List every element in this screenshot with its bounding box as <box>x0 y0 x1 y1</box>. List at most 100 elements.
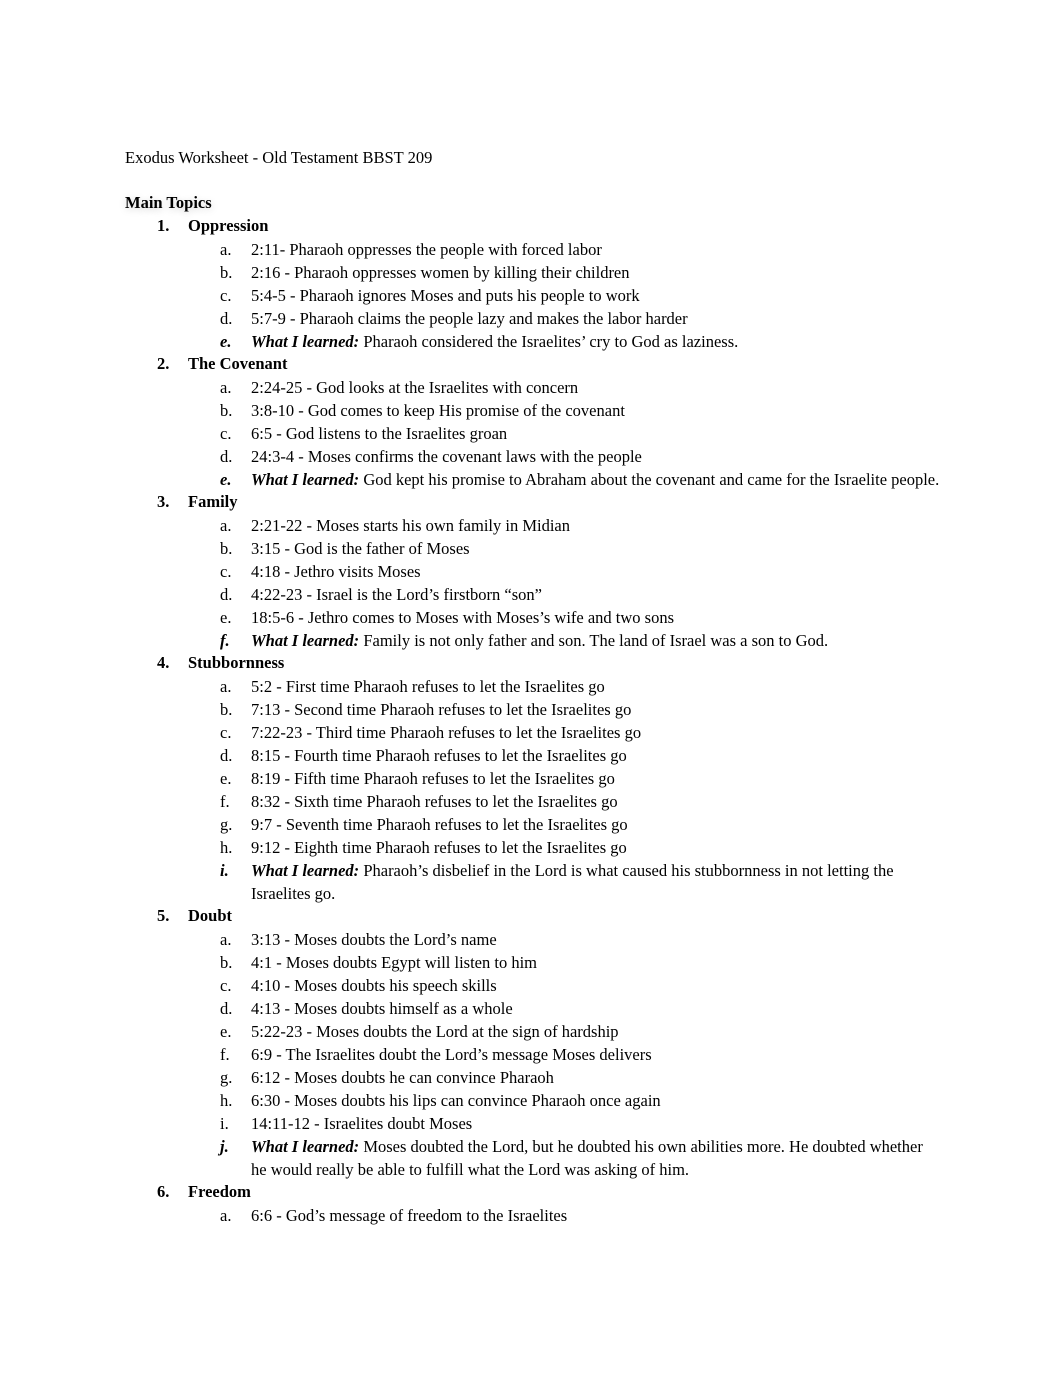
list-item-text: 24:3-4 - Moses confirms the covenant law… <box>251 447 642 466</box>
list-item-letter: e. <box>220 332 232 351</box>
list-item-letter: b. <box>220 263 233 282</box>
what-i-learned-item: i. What I learned: Pharaoh’s disbelief in… <box>0 859 1062 905</box>
what-i-learned-text-block: What I learned: God kept his promise to … <box>251 468 941 491</box>
list-item-letter: d. <box>220 999 233 1018</box>
list-item-text: 8:19 - Fifth time Pharaoh refuses to let… <box>251 769 615 788</box>
list-item-text: 5:4-5 - Pharaoh ignores Moses and puts h… <box>251 286 640 305</box>
list-item-text: 9:7 - Seventh time Pharaoh refuses to le… <box>251 815 628 834</box>
list-item-letter: a. <box>220 930 232 949</box>
topic-stubbornness: 4. Stubbornness a. 5:2 - First time Pharaoh… <box>0 652 1062 905</box>
list-item: c. 6:5 - God listens to the Israelites gr… <box>0 422 1062 445</box>
list-item-text: 2:24-25 - God looks at the Israelites wi… <box>251 378 579 397</box>
list-item-text: 18:5-6 - Jethro comes to Moses with Mose… <box>251 608 675 627</box>
list-item: c. 4:10 - Moses doubts his speech skills <box>0 974 1062 997</box>
what-i-learned-text-block: What I learned: Pharaoh considered the I… <box>251 330 941 353</box>
what-i-learned-text: Family is not only father and son. The l… <box>363 631 829 650</box>
list-item-letter: a. <box>220 240 232 259</box>
list-item-letter: e. <box>220 769 232 788</box>
list-item-letter: b. <box>220 700 233 719</box>
list-item: f. 8:32 - Sixth time Pharaoh refuses to l… <box>0 790 1062 813</box>
list-item-text: 8:32 - Sixth time Pharaoh refuses to let… <box>251 792 618 811</box>
list-item-letter: c. <box>220 976 232 995</box>
list-item-text: 4:1 - Moses doubts Egypt will listen to … <box>251 953 538 972</box>
list-item: a. 5:2 - First time Pharaoh refuses to le… <box>0 675 1062 698</box>
list-item: a. 2:24-25 - God looks at the Israelites … <box>0 376 1062 399</box>
list-item-letter: h. <box>220 838 233 857</box>
list-item-text: 7:22-23 - Third time Pharaoh refuses to … <box>251 723 642 742</box>
list-item: d. 4:22-23 - Israel is the Lord’s firstbo… <box>0 583 1062 606</box>
topic-number: 6. <box>157 1182 170 1201</box>
list-item: b. 3:15 - God is the father of Moses <box>0 537 1062 560</box>
list-item-text: 5:2 - First time Pharaoh refuses to let … <box>251 677 605 696</box>
list-item-text: 6:12 - Moses doubts he can convince Phar… <box>251 1068 554 1087</box>
list-item-letter: e. <box>220 1022 232 1041</box>
topics-list: 1. Oppression a. 2:11- Pharaoh oppresses th… <box>0 215 1062 1227</box>
list-item-text: 6:9 - The Israelites doubt the Lord’s me… <box>251 1045 652 1064</box>
what-i-learned-text: Pharaoh considered the Israelites’ cry t… <box>363 332 739 351</box>
list-item-letter: f. <box>220 631 230 650</box>
list-item-text: 2:21-22 - Moses starts his own family in… <box>251 516 570 535</box>
list-item: g. 6:12 - Moses doubts he can convince Ph… <box>0 1066 1062 1089</box>
topic-number: 3. <box>157 492 170 511</box>
list-item: a. 2:11- Pharaoh oppresses the people wit… <box>0 238 1062 261</box>
list-item: i. 14:11-12 - Israelites doubt Moses <box>0 1112 1062 1135</box>
list-item-letter: f. <box>220 1045 230 1064</box>
list-item: d. 24:3-4 - Moses confirms the covenant l… <box>0 445 1062 468</box>
list-item-letter: f. <box>220 792 230 811</box>
list-item: b. 7:13 - Second time Pharaoh refuses to … <box>0 698 1062 721</box>
list-item: h. 9:12 - Eighth time Pharaoh refuses to … <box>0 836 1062 859</box>
list-item-text: 6:30 - Moses doubts his lips can convinc… <box>251 1091 661 1110</box>
list-item-letter: e. <box>220 470 232 489</box>
list-item-text: 3:8-10 - God comes to keep His promise o… <box>251 401 625 420</box>
list-item-letter: d. <box>220 746 233 765</box>
list-item-text: 3:13 - Moses doubts the Lord’s name <box>251 930 497 949</box>
main-topics-heading: Main Topics <box>125 193 212 212</box>
list-item: g. 9:7 - Seventh time Pharaoh refuses to … <box>0 813 1062 836</box>
list-item: b. 4:1 - Moses doubts Egypt will listen t… <box>0 951 1062 974</box>
list-item-letter: i. <box>220 861 229 880</box>
list-item-letter: c. <box>220 286 232 305</box>
list-item-letter: d. <box>220 447 233 466</box>
list-item-text: 3:15 - God is the father of Moses <box>251 539 470 558</box>
list-item: e. 8:19 - Fifth time Pharaoh refuses to l… <box>0 767 1062 790</box>
what-i-learned-text-block: What I learned: Family is not only fathe… <box>251 629 941 652</box>
list-item-text: 7:13 - Second time Pharaoh refuses to le… <box>251 700 632 719</box>
topic-label: Stubbornness <box>188 653 285 672</box>
what-i-learned-item: f. What I learned: Family is not only fat… <box>0 629 1062 652</box>
list-item-letter: a. <box>220 378 232 397</box>
list-item: h. 6:30 - Moses doubts his lips can convi… <box>0 1089 1062 1112</box>
topic-label: Doubt <box>188 906 233 925</box>
what-i-learned-text-block: What I learned: Pharaoh’s disbelief in t… <box>251 859 941 905</box>
list-item-text: 2:11- Pharaoh oppresses the people with … <box>251 240 602 259</box>
topic-heading: 5. Doubt <box>0 905 1062 928</box>
what-i-learned-label: What I learned: <box>251 470 360 489</box>
topic-number: 5. <box>157 906 170 925</box>
what-i-learned-text: God kept his promise to Abraham about th… <box>363 470 940 489</box>
document-page: Exodus Worksheet - Old Testament BBST 20… <box>0 0 1062 1377</box>
list-item-text: 5:22-23 - Moses doubts the Lord at the s… <box>251 1022 619 1041</box>
topic-oppression: 1. Oppression a. 2:11- Pharaoh oppresses th… <box>0 215 1062 353</box>
list-item-letter: e. <box>220 608 232 627</box>
what-i-learned-label: What I learned: <box>251 332 360 351</box>
list-item-letter: a. <box>220 516 232 535</box>
list-item: d. 8:15 - Fourth time Pharaoh refuses to … <box>0 744 1062 767</box>
list-item-text: 9:12 - Eighth time Pharaoh refuses to le… <box>251 838 627 857</box>
list-item-letter: b. <box>220 539 233 558</box>
topic-heading: 1. Oppression <box>0 215 1062 238</box>
list-item-letter: a. <box>220 1206 232 1225</box>
topic-number: 2. <box>157 354 170 373</box>
list-item: c. 7:22-23 - Third time Pharaoh refuses t… <box>0 721 1062 744</box>
topic-heading: 6. Freedom <box>0 1181 1062 1204</box>
list-item: e. 18:5-6 - Jethro comes to Moses with Mo… <box>0 606 1062 629</box>
list-item: b. 2:16 - Pharaoh oppresses women by kill… <box>0 261 1062 284</box>
list-item: a. 2:21-22 - Moses starts his own family … <box>0 514 1062 537</box>
list-item: c. 4:18 - Jethro visits Moses <box>0 560 1062 583</box>
list-item-text: 4:10 - Moses doubts his speech skills <box>251 976 497 995</box>
list-item-letter: d. <box>220 309 233 328</box>
list-item: f. 6:9 - The Israelites doubt the Lord’s … <box>0 1043 1062 1066</box>
list-item-letter: j. <box>220 1137 229 1156</box>
list-item: d. 5:7-9 - Pharaoh claims the people lazy… <box>0 307 1062 330</box>
list-item-text: 4:13 - Moses doubts himself as a whole <box>251 999 513 1018</box>
list-item-letter: c. <box>220 723 232 742</box>
list-item-letter: d. <box>220 585 233 604</box>
